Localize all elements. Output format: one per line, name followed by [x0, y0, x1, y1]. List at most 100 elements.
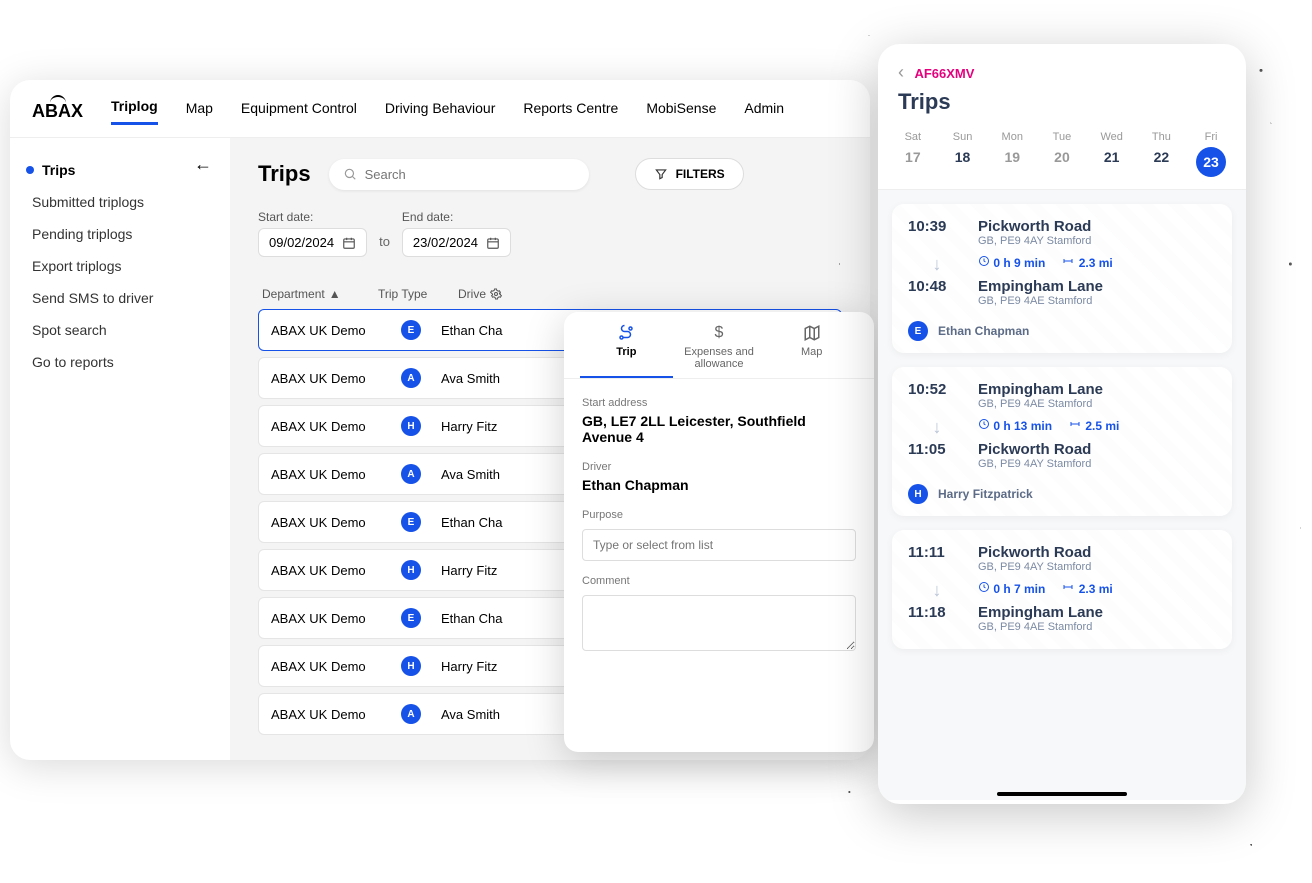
distance: 2.5 mi: [1068, 418, 1119, 433]
day-of-week: Thu: [1152, 131, 1171, 143]
card-driver: HHarry Fitzpatrick: [908, 484, 1216, 504]
cell-department: ABAX UK Demo: [271, 371, 381, 386]
end-date-value: 23/02/2024: [413, 235, 478, 250]
day-number: 20: [1040, 149, 1084, 165]
distance-icon: [1061, 255, 1075, 267]
header-driver[interactable]: Drive: [458, 287, 538, 301]
page-title: Trips: [258, 161, 311, 187]
nav-triplog[interactable]: Triplog: [111, 98, 158, 125]
search-box[interactable]: [329, 159, 589, 190]
tab-trip[interactable]: Trip: [580, 324, 673, 378]
vehicle-plate: AF66XMV: [914, 66, 974, 81]
clock-icon: [978, 581, 990, 593]
search-input[interactable]: [365, 167, 575, 182]
arrive-place: Empingham Lane: [978, 278, 1216, 295]
depart-place: Pickworth Road: [978, 544, 1216, 561]
calendar-day[interactable]: Thu22: [1139, 131, 1183, 177]
nav-map[interactable]: Map: [186, 100, 213, 124]
distance: 2.3 mi: [1061, 581, 1112, 596]
start-address-label: Start address: [582, 397, 856, 409]
sidebar-item-trips[interactable]: Trips: [26, 154, 214, 186]
duration: 0 h 13 min: [978, 418, 1052, 433]
end-date-input[interactable]: 23/02/2024: [402, 228, 511, 257]
start-address-value: GB, LE7 2LL Leicester, Southfield Avenue…: [582, 413, 856, 445]
mobile-title: Trips: [898, 89, 1226, 115]
nav-reports-centre[interactable]: Reports Centre: [523, 100, 618, 124]
sidebar-item-export[interactable]: Export triplogs: [26, 250, 214, 282]
cell-trip-type: H: [381, 416, 441, 436]
brand-logo: ABAX: [32, 101, 83, 122]
nav-admin[interactable]: Admin: [744, 100, 784, 124]
header-department[interactable]: Department ▲: [262, 287, 378, 301]
depart-address: GB, PE9 4AE Stamford: [978, 398, 1216, 410]
trip-card[interactable]: 10:39Pickworth RoadGB, PE9 4AY Stamford↓…: [892, 204, 1232, 353]
trip-type-badge: A: [401, 704, 421, 724]
day-number: 23: [1196, 147, 1226, 177]
calendar-strip[interactable]: Sat17Sun18Mon19Tue20Wed21Thu22 Fri 23: [878, 121, 1246, 190]
tab-expenses[interactable]: $ Expenses and allowance: [673, 324, 766, 378]
filter-icon: [654, 167, 668, 181]
cell-department: ABAX UK Demo: [271, 467, 381, 482]
calendar-day[interactable]: Mon19: [990, 131, 1034, 177]
gear-icon[interactable]: [490, 288, 502, 300]
sort-asc-icon: ▲: [329, 287, 341, 301]
sidebar-item-sms[interactable]: Send SMS to driver: [26, 282, 214, 314]
sidebar-collapse-icon[interactable]: ←: [194, 154, 212, 175]
trip-card[interactable]: 10:52Empingham LaneGB, PE9 4AE Stamford↓…: [892, 367, 1232, 516]
arrive-address: GB, PE9 4AE Stamford: [978, 621, 1216, 633]
nav-mobisense[interactable]: MobiSense: [646, 100, 716, 124]
cell-department: ABAX UK Demo: [271, 659, 381, 674]
sidebar-label: Trips: [42, 162, 75, 178]
sidebar-item-spotsearch[interactable]: Spot search: [26, 314, 214, 346]
nav-driving-behaviour[interactable]: Driving Behaviour: [385, 100, 496, 124]
calendar-day[interactable]: Fri 23: [1189, 131, 1233, 177]
day-of-week: Mon: [1002, 131, 1023, 143]
tab-map[interactable]: Map: [765, 324, 858, 378]
depart-time: 10:52: [908, 381, 966, 414]
cell-department: ABAX UK Demo: [271, 707, 381, 722]
calendar-day[interactable]: Tue20: [1040, 131, 1084, 177]
comment-input[interactable]: [582, 595, 856, 651]
purpose-input[interactable]: [582, 529, 856, 561]
sidebar-item-pending[interactable]: Pending triplogs: [26, 218, 214, 250]
driver-label: Driver: [582, 461, 856, 473]
cell-trip-type: A: [381, 704, 441, 724]
header-trip-type[interactable]: Trip Type: [378, 287, 458, 301]
map-icon: [803, 324, 821, 342]
arrive-address: GB, PE9 4AE Stamford: [978, 295, 1216, 307]
table-header: Department ▲ Trip Type Drive: [258, 279, 842, 309]
distance: 2.3 mi: [1061, 255, 1112, 270]
tab-map-label: Map: [801, 346, 822, 358]
trip-card[interactable]: 11:11Pickworth RoadGB, PE9 4AY Stamford↓…: [892, 530, 1232, 649]
trip-detail-popover: Trip $ Expenses and allowance Map Start …: [564, 312, 874, 752]
start-date-input[interactable]: 09/02/2024: [258, 228, 367, 257]
comment-label: Comment: [582, 575, 856, 587]
back-button[interactable]: ‹: [898, 62, 904, 83]
duration: 0 h 9 min: [978, 255, 1045, 270]
cell-trip-type: H: [381, 656, 441, 676]
calendar-day[interactable]: Sun18: [941, 131, 985, 177]
start-date-label: Start date:: [258, 210, 367, 224]
end-date-label: End date:: [402, 210, 511, 224]
trip-type-badge: H: [401, 416, 421, 436]
sidebar: ← Trips Submitted triplogs Pending tripl…: [10, 138, 230, 760]
mobile-panel: ‹ AF66XMV Trips Sat17Sun18Mon19Tue20Wed2…: [878, 44, 1246, 804]
calendar-day[interactable]: Wed21: [1090, 131, 1134, 177]
trip-type-badge: A: [401, 368, 421, 388]
sidebar-item-submitted[interactable]: Submitted triplogs: [26, 186, 214, 218]
trip-type-badge: H: [401, 560, 421, 580]
trip-list[interactable]: 10:39Pickworth RoadGB, PE9 4AY Stamford↓…: [878, 190, 1246, 800]
day-of-week: Sun: [953, 131, 973, 143]
calendar-day[interactable]: Sat17: [891, 131, 935, 177]
driver-badge: H: [908, 484, 928, 504]
cell-department: ABAX UK Demo: [271, 611, 381, 626]
filters-button[interactable]: FILTERS: [635, 158, 744, 190]
arrive-address: GB, PE9 4AY Stamford: [978, 458, 1216, 470]
sidebar-item-reports[interactable]: Go to reports: [26, 346, 214, 378]
calendar-icon: [342, 236, 356, 250]
cell-trip-type: E: [381, 608, 441, 628]
depart-address: GB, PE9 4AY Stamford: [978, 235, 1216, 247]
purpose-label: Purpose: [582, 509, 856, 521]
day-of-week: Fri: [1205, 131, 1218, 143]
nav-equipment-control[interactable]: Equipment Control: [241, 100, 357, 124]
